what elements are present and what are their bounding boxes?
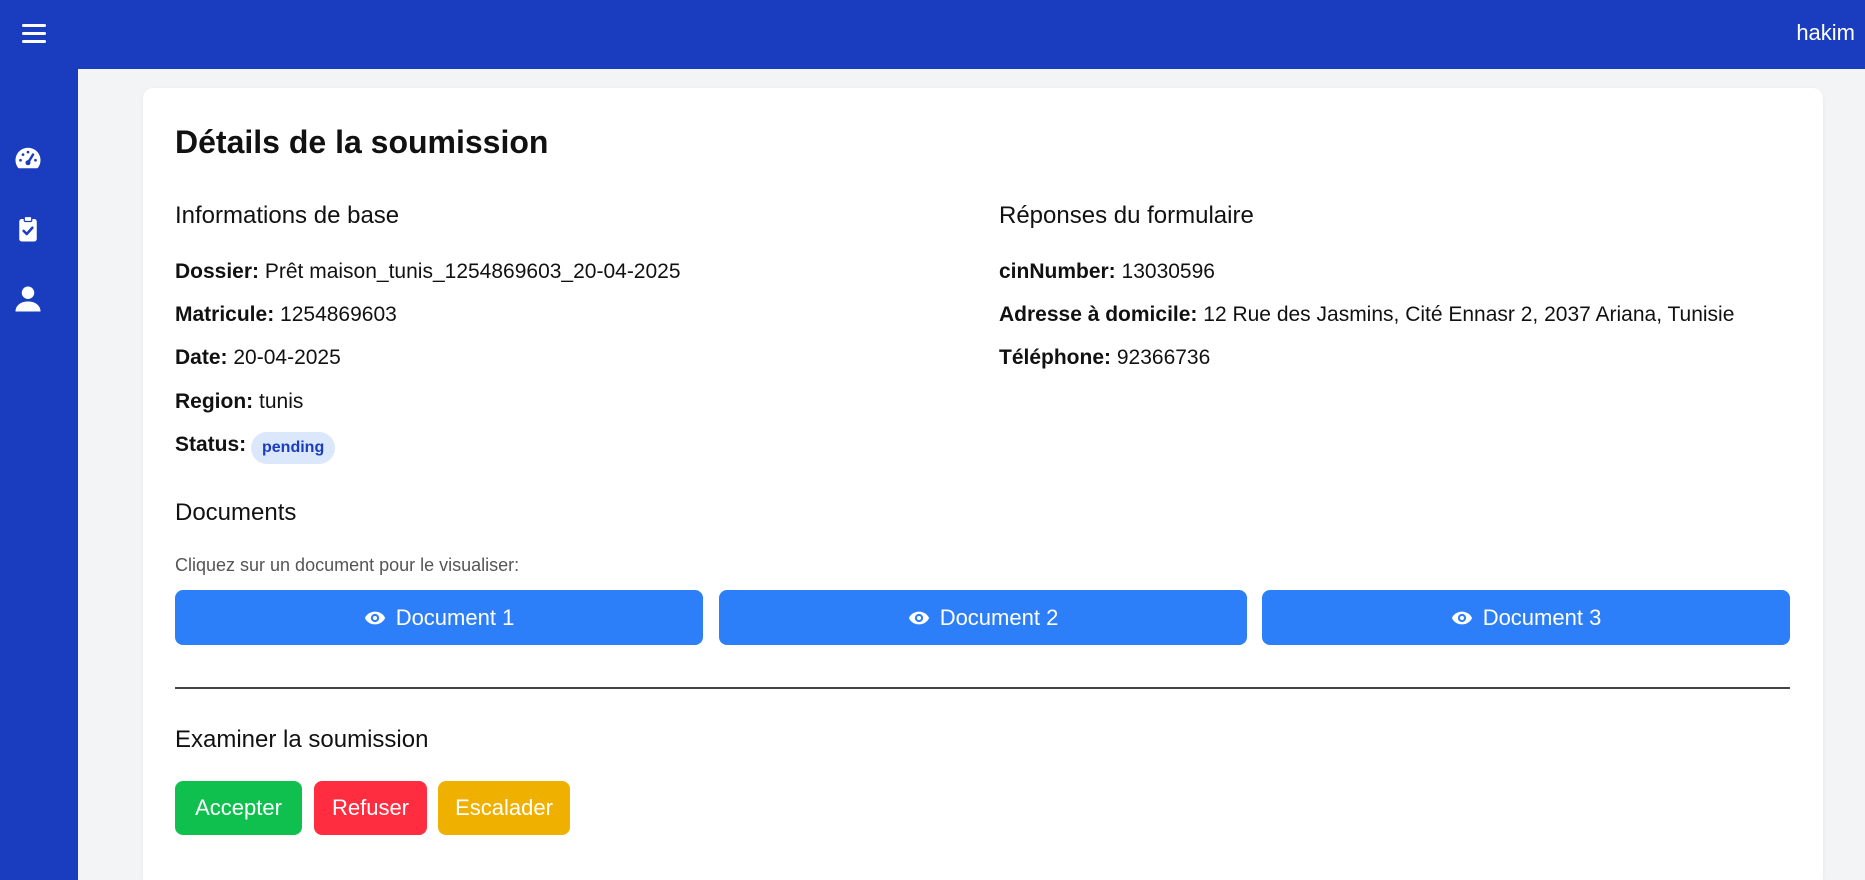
field-value: 13030596 (1121, 260, 1215, 283)
field-matricule: Matricule: 1254869603 (175, 303, 397, 327)
field-label: Adresse à domicile: (999, 303, 1198, 326)
field-value: 12 Rue des Jasmins, Cité Ennasr 2, 2037 … (1203, 303, 1735, 326)
sidebar (0, 69, 78, 880)
documents-heading: Documents (175, 499, 297, 526)
dashboard-gauge-icon[interactable] (13, 144, 43, 174)
top-navbar: hakim (0, 0, 1865, 69)
eye-icon (908, 611, 929, 624)
section-divider (175, 687, 1790, 689)
field-label: Matricule: (175, 303, 275, 326)
document-button-label: Document 1 (395, 604, 515, 630)
user-icon[interactable] (13, 284, 43, 314)
user-name[interactable]: hakim (1796, 20, 1855, 46)
document-1-button[interactable]: Document 1 (175, 590, 703, 645)
form-answers-heading: Réponses du formulaire (999, 202, 1254, 229)
review-heading: Examiner la soumission (175, 726, 429, 753)
submission-details-card: Détails de la soumission Informations de… (143, 88, 1823, 880)
field-region: Region: tunis (175, 390, 303, 414)
field-label: Status: (175, 433, 247, 456)
clipboard-check-icon[interactable] (13, 214, 43, 244)
escalate-button[interactable]: Escalader (438, 781, 570, 835)
field-status: Status: (175, 433, 246, 457)
document-button-label: Document 2 (939, 604, 1059, 630)
field-cin-number: cinNumber: 13030596 (999, 260, 1215, 284)
field-value: 92366736 (1116, 346, 1211, 369)
document-2-button[interactable]: Document 2 (719, 590, 1247, 645)
menu-toggle-icon[interactable] (22, 24, 46, 46)
field-label: cinNumber: (999, 260, 1116, 283)
field-label: Region: (175, 390, 254, 413)
field-value: tunis (259, 390, 304, 413)
field-date: Date: 20-04-2025 (175, 346, 341, 370)
eye-icon (364, 611, 385, 624)
basic-info-heading: Informations de base (175, 202, 400, 229)
field-home-address: Adresse à domicile: 12 Rue des Jasmins, … (999, 303, 1734, 327)
documents-hint: Cliquez sur un document pour le visualis… (175, 555, 520, 575)
field-value: 20-04-2025 (233, 346, 341, 369)
field-label: Date: (175, 346, 228, 369)
accept-button[interactable]: Accepter (175, 781, 302, 835)
reject-button[interactable]: Refuser (314, 781, 427, 835)
field-label: Dossier: (175, 260, 260, 283)
field-label: Téléphone: (999, 346, 1112, 369)
field-phone: Téléphone: 92366736 (999, 346, 1210, 370)
status-badge: pending (251, 432, 336, 464)
field-value: Prêt maison_tunis_1254869603_20-04-2025 (264, 260, 681, 283)
document-button-label: Document 3 (1482, 604, 1602, 630)
field-value: 1254869603 (280, 303, 397, 326)
document-3-button[interactable]: Document 3 (1262, 590, 1790, 645)
field-dossier: Dossier: Prêt maison_tunis_1254869603_20… (175, 260, 681, 284)
eye-icon (1451, 611, 1472, 624)
page-title: Détails de la soumission (175, 124, 549, 160)
